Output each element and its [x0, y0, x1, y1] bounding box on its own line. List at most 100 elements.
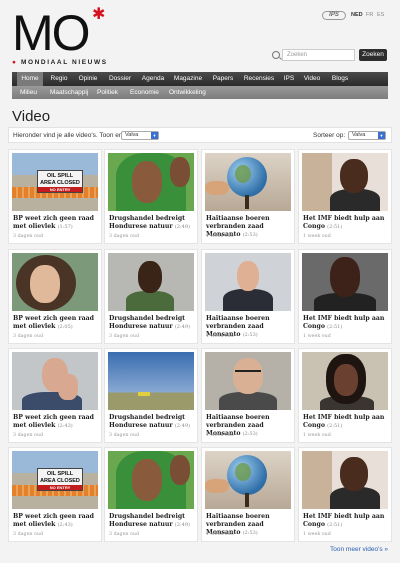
video-date: 1 week oud [303, 334, 331, 339]
video-thumbnail[interactable]: OIL SPILL AREA CLOSED NO ENTRY [12, 451, 98, 509]
video-title[interactable]: BP weet zich geen raad met olievlek (2:4… [13, 513, 101, 529]
video-card[interactable]: BP weet zich geen raad met olievlek (2:4… [8, 348, 102, 443]
video-duration: (2:49) [174, 224, 190, 230]
video-card[interactable]: Drugshandel bedreigt Hondurese natuur (2… [104, 447, 198, 542]
video-duration: (2:43) [57, 423, 73, 429]
chevron-down-icon: ▼ [151, 132, 158, 139]
logo-star-icon: ✱ [92, 4, 106, 23]
video-date: 1 week oud [206, 234, 234, 239]
video-card[interactable]: Drugshandel bedreigt Hondurese natuur (2… [104, 149, 198, 244]
lang-ned[interactable]: NED [351, 11, 363, 20]
video-card[interactable]: Drugshandel bedreigt Hondurese natuur (2… [104, 249, 198, 344]
video-title[interactable]: BP weet zich geen raad met olievlek (1:5… [13, 215, 101, 231]
site-logo[interactable]: MO ✱ ● MONDIAAL NIEUWS [12, 4, 108, 67]
video-card[interactable]: Het IMF biedt hulp aan Congo (2:51) 1 wee… [298, 249, 392, 344]
video-thumbnail[interactable] [205, 451, 291, 509]
video-title[interactable]: Drugshandel bedreigt Hondurese natuur (2… [109, 414, 197, 430]
nav-home[interactable]: Home [17, 72, 43, 86]
video-card[interactable]: Het IMF biedt hulp aan Congo (2:51) 1 wee… [298, 447, 392, 542]
video-title[interactable]: Het IMF biedt hulp aan Congo (2:51) [303, 414, 391, 430]
video-title[interactable]: Het IMF biedt hulp aan Congo (2:51) [303, 315, 391, 331]
sort-select[interactable]: Valva ▼ [348, 131, 386, 140]
video-card[interactable]: Haïtiaanse boeren verbranden zaad Monsan… [201, 447, 295, 542]
video-card[interactable]: Haïtiaanse boeren verbranden zaad Monsan… [201, 149, 295, 244]
video-thumbnail[interactable] [302, 153, 388, 211]
video-card[interactable]: Haïtiaanse boeren verbranden zaad Monsan… [201, 348, 295, 443]
video-thumbnail[interactable] [108, 352, 194, 410]
search-button[interactable]: Zoeken [359, 49, 387, 61]
video-date: 1 week oud [303, 234, 331, 239]
video-card[interactable]: OIL SPILL AREA CLOSED NO ENTRY BP weet zich… [8, 149, 102, 244]
oil-spill-sign: OIL SPILL AREA CLOSED NO ENTRY [37, 468, 83, 491]
video-duration: (2:49) [174, 324, 190, 330]
video-thumbnail[interactable]: OIL SPILL AREA CLOSED NO ENTRY [12, 153, 98, 211]
nav-blogs[interactable]: Blogs [329, 72, 351, 86]
video-title[interactable]: Drugshandel bedreigt Hondurese natuur (2… [109, 315, 197, 331]
subnav-maatschappij[interactable]: Maatschappij [50, 86, 88, 99]
nav-dossier[interactable]: Dossier [106, 72, 134, 86]
video-duration: (2:51) [327, 423, 343, 429]
video-duration: (2:49) [174, 522, 190, 528]
video-duration: (2:43) [57, 522, 73, 528]
video-thumbnail[interactable] [205, 153, 291, 211]
nav-recensies[interactable]: Recensies [242, 72, 276, 86]
video-duration: (2:51) [327, 224, 343, 230]
video-thumbnail[interactable] [108, 153, 194, 211]
video-card[interactable]: Haïtiaanse boeren verbranden zaad Monsan… [201, 249, 295, 344]
video-thumbnail[interactable] [302, 352, 388, 410]
video-thumbnail[interactable] [108, 451, 194, 509]
video-date: 1 week oud [206, 433, 234, 438]
search-input[interactable]: Zoeken [282, 49, 355, 61]
video-card[interactable]: Drugshandel bedreigt Hondurese natuur (2… [104, 348, 198, 443]
subnav-ontwikkeling[interactable]: Ontwikkeling [169, 86, 206, 99]
video-thumbnail[interactable] [205, 253, 291, 311]
video-date: 3 dagen oud [13, 334, 44, 339]
subnav-economie[interactable]: Economie [130, 86, 159, 99]
video-date: 3 dagen oud [109, 433, 140, 438]
filter-label: Hieronder vind je alle video's. Toon enk… [13, 132, 133, 139]
video-duration: (2:53) [242, 232, 258, 238]
video-date: 1 week oud [303, 532, 331, 537]
video-title[interactable]: BP weet zich geen raad met olievlek (2:4… [13, 414, 101, 430]
video-date: 3 dagen oud [109, 334, 140, 339]
video-title[interactable]: Het IMF biedt hulp aan Congo (2:51) [303, 215, 391, 231]
lang-fr[interactable]: FR [366, 11, 373, 20]
secondary-nav: Milieu Maatschappij Politiek Economie On… [12, 86, 388, 99]
logo-tagline: ● MONDIAAL NIEUWS [12, 59, 108, 66]
more-videos-link[interactable]: Toon meer video's » [330, 546, 388, 553]
logo-text: MO [12, 5, 91, 61]
search-icon [272, 51, 280, 59]
nav-agenda[interactable]: Agenda [140, 72, 166, 86]
video-title[interactable]: Het IMF biedt hulp aan Congo (2:51) [303, 513, 391, 529]
nav-papers[interactable]: Papers [211, 72, 235, 86]
nav-magazine[interactable]: Magazine [172, 72, 204, 86]
video-title[interactable]: Drugshandel bedreigt Hondurese natuur (2… [109, 215, 197, 231]
video-title[interactable]: Drugshandel bedreigt Hondurese natuur (2… [109, 513, 197, 529]
video-duration: (2:51) [327, 324, 343, 330]
subnav-politiek[interactable]: Politiek [97, 86, 118, 99]
nav-opinie[interactable]: Opinie [76, 72, 100, 86]
video-title[interactable]: BP weet zich geen raad met olievlek (2:0… [13, 315, 101, 331]
video-card[interactable]: BP weet zich geen raad met olievlek (2:0… [8, 249, 102, 344]
video-card[interactable]: Het IMF biedt hulp aan Congo (2:51) 1 wee… [298, 348, 392, 443]
nav-ips[interactable]: IPS [282, 72, 296, 86]
video-thumbnail[interactable] [108, 253, 194, 311]
video-date: 1 week oud [206, 532, 234, 537]
video-card[interactable]: OIL SPILL AREA CLOSED NO ENTRY BP weet zich… [8, 447, 102, 542]
video-duration: (2:05) [57, 324, 73, 330]
video-card[interactable]: Het IMF biedt hulp aan Congo (2:51) 1 wee… [298, 149, 392, 244]
video-date: 3 dagen oud [109, 532, 140, 537]
video-thumbnail[interactable] [205, 352, 291, 410]
lang-es[interactable]: ES [377, 11, 384, 20]
video-date: 3 dagen oud [13, 532, 44, 537]
subnav-milieu[interactable]: Milieu [20, 86, 37, 99]
video-thumbnail[interactable] [12, 253, 98, 311]
video-thumbnail[interactable] [302, 253, 388, 311]
filter-select[interactable]: Valva ▼ [121, 131, 159, 140]
nav-video[interactable]: Video [302, 72, 322, 86]
ips-badge[interactable]: IPS [322, 11, 346, 20]
video-thumbnail[interactable] [302, 451, 388, 509]
video-thumbnail[interactable] [12, 352, 98, 410]
video-duration: (2:53) [242, 530, 258, 536]
nav-regio[interactable]: Regio [48, 72, 70, 86]
